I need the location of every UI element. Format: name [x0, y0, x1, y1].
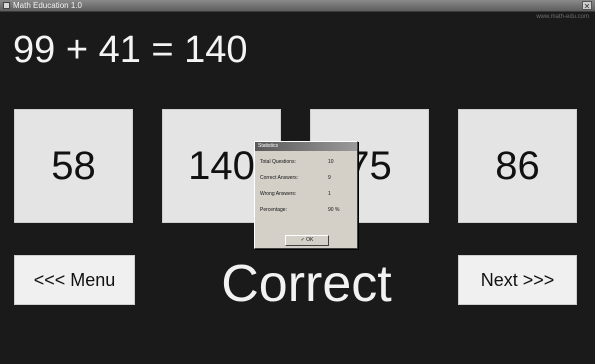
stat-value: 1 [328, 191, 331, 197]
stat-value: 90 % [328, 207, 340, 213]
next-button[interactable]: Next >>> [458, 255, 577, 305]
stat-label: Total Questions: [260, 159, 296, 165]
window-titlebar: Math Education 1.0 ✕ [0, 0, 595, 12]
app-icon [3, 2, 10, 9]
stat-label: Percentage: [260, 207, 287, 213]
result-text: Correct [221, 255, 392, 313]
version-text: www.math-edu.com [536, 14, 589, 20]
menu-button[interactable]: <<< Menu [14, 255, 135, 305]
answer-card-4[interactable]: 86 [458, 109, 577, 223]
stat-label: Correct Answers: [260, 175, 299, 181]
stat-label: Wrong Answers: [260, 191, 297, 197]
stat-value: 10 [328, 159, 334, 165]
dialog-title: Statistics [255, 142, 357, 151]
statistics-dialog: Statistics Total Questions: 10 Correct A… [254, 141, 358, 249]
stat-value: 9 [328, 175, 331, 181]
ok-button[interactable]: ✓ OK [285, 235, 329, 246]
equation-text: 99 + 41 = 140 [13, 29, 248, 71]
window-title: Math Education 1.0 [13, 1, 82, 10]
answer-card-1[interactable]: 58 [14, 109, 133, 223]
close-icon[interactable]: ✕ [582, 1, 592, 11]
